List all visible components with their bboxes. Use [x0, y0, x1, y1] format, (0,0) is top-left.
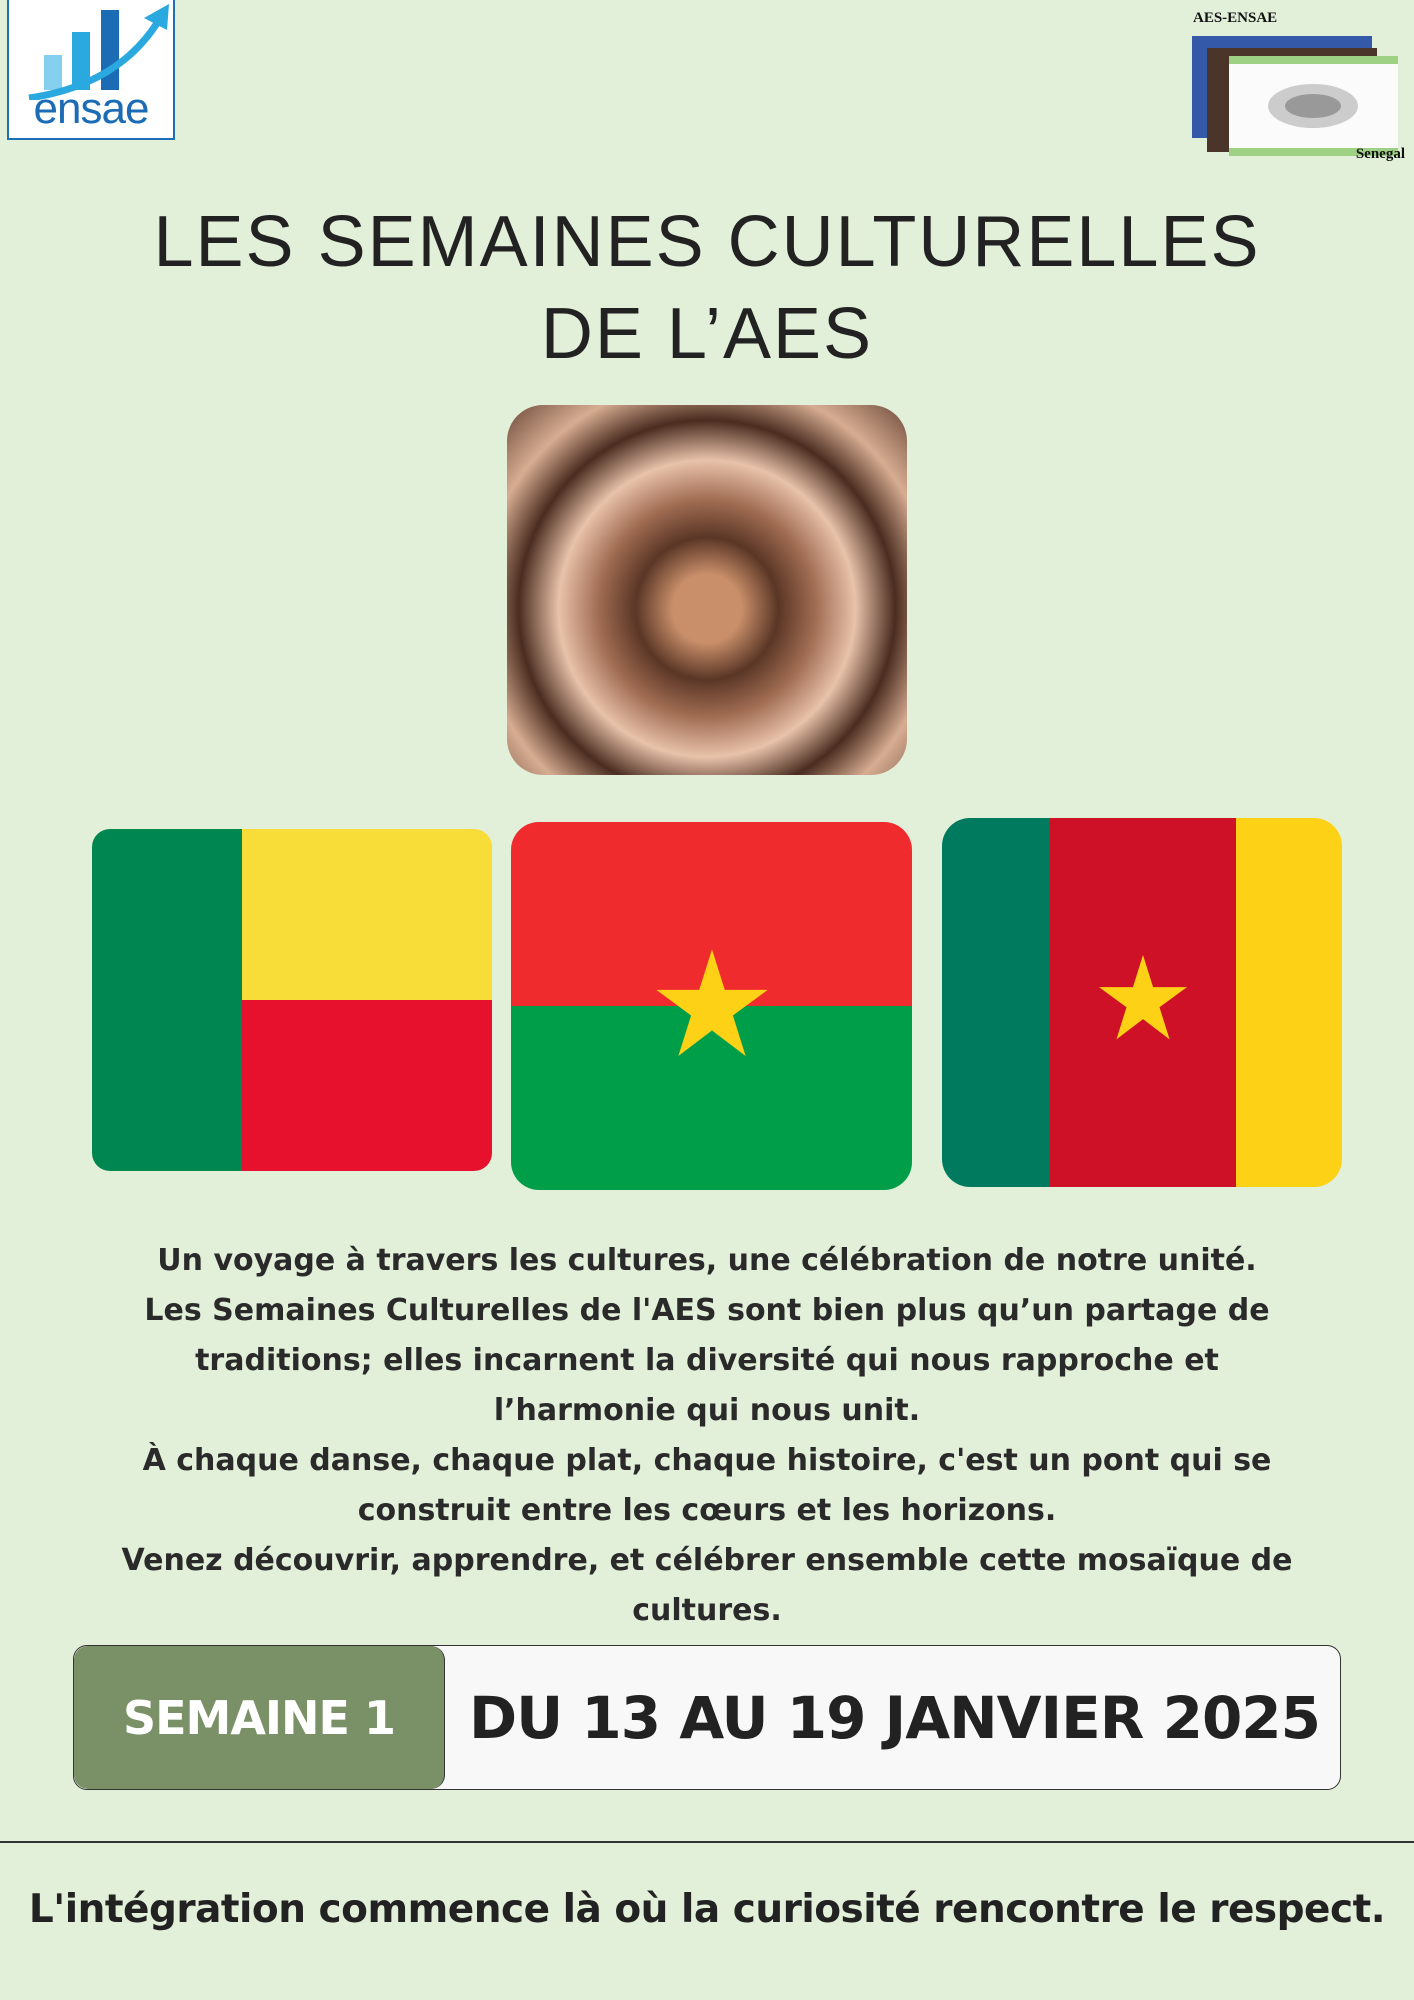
week-label: SEMAINE 1 [74, 1646, 445, 1789]
ensae-logo: ensae [7, 0, 175, 140]
week-dates: DU 13 AU 19 JANVIER 2025 [469, 1683, 1321, 1752]
title-line-1: LES SEMAINES CULTURELLES [153, 202, 1261, 282]
joined-hands-photo [507, 405, 907, 775]
title-line-2: DE L’AES [540, 294, 874, 374]
description-paragraph: Un voyage à travers les cultures, une cé… [60, 1236, 1354, 1636]
flag-benin [92, 829, 492, 1171]
paragraph-line: À chaque danse, chaque plat, chaque hist… [142, 1443, 1272, 1528]
flag-burkina-faso [511, 822, 912, 1190]
aes-logo-bottom-text: Senegal [1355, 146, 1405, 162]
footer-tagline: L'intégration commence là où la curiosit… [28, 1887, 1386, 1932]
flag-cameroon [942, 818, 1342, 1187]
star-icon [656, 949, 768, 1057]
aes-ensae-logo: AES-ENSAE Senegal [1190, 10, 1405, 170]
paragraph-line: Venez découvrir, apprendre, et célébrer … [121, 1543, 1293, 1628]
aes-logo-top-text: AES-ENSAE [1193, 10, 1278, 26]
ensae-logo-text: ensae [33, 84, 150, 133]
paragraph-line: Un voyage à travers les cultures, une cé… [157, 1243, 1257, 1278]
handshake-icon [1229, 56, 1398, 156]
paragraph-line: Les Semaines Culturelles de l'AES sont b… [144, 1293, 1270, 1428]
week-banner: SEMAINE 1 DU 13 AU 19 JANVIER 2025 [73, 1645, 1341, 1790]
divider [0, 1841, 1414, 1843]
star-icon [1099, 955, 1187, 1040]
page-title: LES SEMAINES CULTURELLES DE L’AES [0, 196, 1414, 380]
